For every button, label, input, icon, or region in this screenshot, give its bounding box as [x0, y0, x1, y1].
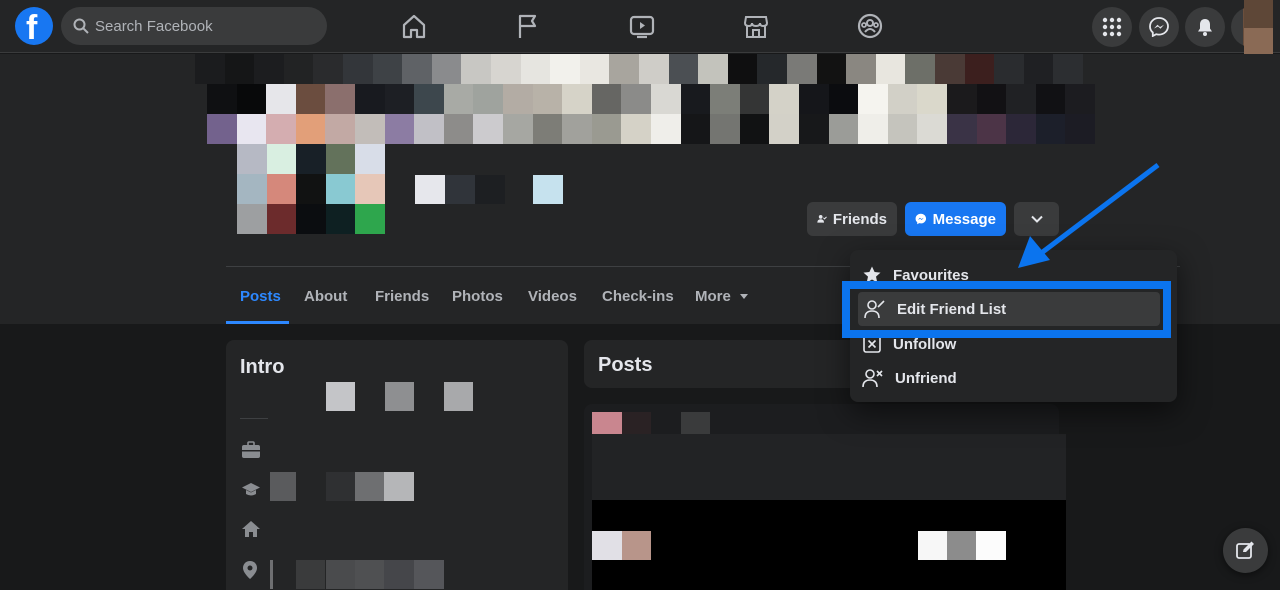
facebook-profile-page: f Search Facebook Friends Message Posts … [0, 0, 1280, 590]
compose-icon [1236, 541, 1254, 559]
new-message-button[interactable] [1223, 528, 1268, 573]
annotation-arrow [1018, 163, 1160, 268]
